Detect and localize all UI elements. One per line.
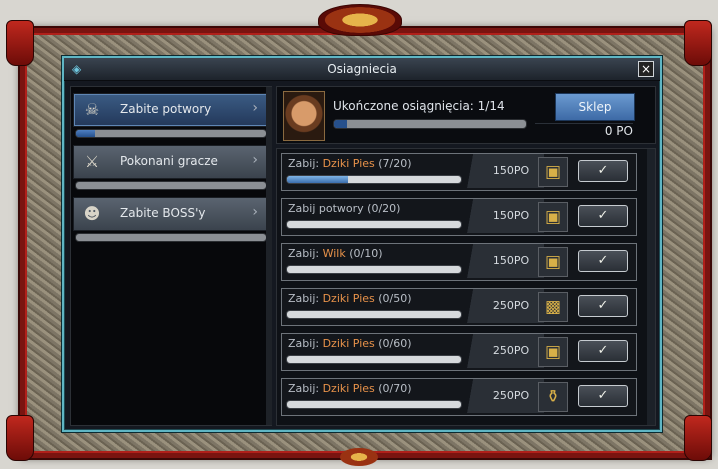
task-count: (0/70) xyxy=(374,382,412,395)
task-progress-bar xyxy=(286,355,462,364)
top-ornament xyxy=(318,4,402,36)
gold-amount: 0 PO xyxy=(535,123,633,140)
gold-chest-icon: ▣ xyxy=(538,157,568,187)
demon-icon: ☻ xyxy=(83,204,101,223)
task-row: Zabij: Dziki Pies (0/70) 250PO ⚱ ✓ xyxy=(281,378,637,416)
task-prefix: Zabij: xyxy=(288,247,323,260)
category-label: Zabite potwory xyxy=(120,102,212,116)
task-row: Zabij: Dziki Pies (7/20) 150PO ▣ ✓ xyxy=(281,153,637,191)
task-count: (7/20) xyxy=(374,157,412,170)
task-row: Zabij: Wilk (0/10) 150PO ▣ ✓ xyxy=(281,243,637,281)
dragon-corner-bottom-left xyxy=(6,415,34,461)
task-reward: 150PO xyxy=(478,154,544,188)
task-prefix: Zabij potwory (0/20) xyxy=(288,202,401,215)
character-portrait xyxy=(283,91,325,141)
task-reward: 250PO xyxy=(478,334,544,368)
claim-button[interactable]: ✓ xyxy=(578,160,628,182)
task-divider xyxy=(464,244,478,278)
task-count: (0/60) xyxy=(374,337,412,350)
task-target: Wilk xyxy=(322,247,346,260)
task-description: Zabij: Dziki Pies (7/20) xyxy=(288,157,412,170)
task-description: Zabij: Dziki Pies (0/50) xyxy=(288,292,412,305)
task-count: (0/50) xyxy=(374,292,412,305)
close-button[interactable]: × xyxy=(638,61,654,77)
task-divider xyxy=(464,154,478,188)
task-divider xyxy=(464,379,478,413)
crossed-swords-icon: ⚔ xyxy=(84,152,100,171)
category-panel: ☠ Zabite potwory › ⚔ Pokonani gracze › ☻ Zabite… xyxy=(70,86,272,426)
task-prefix: Zabij: xyxy=(288,382,323,395)
wooden-chest-icon: ▣ xyxy=(538,202,568,232)
task-reward: 250PO xyxy=(478,379,544,413)
achievements-count: Ukończone osiągnięcia: 1/14 xyxy=(333,99,505,113)
achievements-progress-bar xyxy=(333,119,527,129)
task-list-scrollbar[interactable] xyxy=(647,149,655,425)
potion-icon: ⚱ xyxy=(538,382,568,412)
wooden-chest-icon: ▣ xyxy=(538,337,568,367)
gold-chest-icon: ▣ xyxy=(538,247,568,277)
category-item[interactable]: ☠ Zabite potwory › xyxy=(73,93,271,127)
dragon-corner-top-right xyxy=(684,20,712,66)
chevron-right-icon: › xyxy=(252,204,258,220)
task-row: Zabij: Dziki Pies (0/60) 250PO ▣ ✓ xyxy=(281,333,637,371)
category-label: Zabite BOSS'y xyxy=(120,206,206,220)
window-title: Osiagniecia xyxy=(327,62,397,76)
task-divider xyxy=(464,334,478,368)
dragon-corner-top-left xyxy=(6,20,34,66)
task-description: Zabij: Dziki Pies (0/70) xyxy=(288,382,412,395)
ornate-chest-icon: ▩ xyxy=(538,292,568,322)
chevron-right-icon: › xyxy=(252,152,258,168)
task-progress-bar xyxy=(286,220,462,229)
task-progress-bar xyxy=(286,175,462,184)
task-prefix: Zabij: xyxy=(288,337,323,350)
task-reward: 150PO xyxy=(478,199,544,233)
claim-button[interactable]: ✓ xyxy=(578,205,628,227)
skull-icon: ☠ xyxy=(84,100,100,119)
task-target: Dziki Pies xyxy=(322,382,375,395)
category-scrollbar[interactable] xyxy=(266,87,272,425)
claim-button[interactable]: ✓ xyxy=(578,340,628,362)
title-bar[interactable]: ◈ Osiagniecia × xyxy=(64,58,660,81)
task-divider xyxy=(464,199,478,233)
category-item[interactable]: ☻ Zabite BOSS'y › xyxy=(73,197,271,231)
achievements-header: Ukończone osiągnięcia: 1/14 Sklep 0 PO xyxy=(276,86,656,144)
task-progress-bar xyxy=(286,265,462,274)
category-progress-bar xyxy=(75,181,267,190)
task-list: Zabij: Dziki Pies (7/20) 150PO ▣ ✓ Zabij pot… xyxy=(276,148,656,426)
chevron-right-icon: › xyxy=(252,100,258,116)
task-target: Dziki Pies xyxy=(322,157,375,170)
task-prefix: Zabij: xyxy=(288,157,323,170)
task-target: Dziki Pies xyxy=(322,337,375,350)
task-row: Zabij: Dziki Pies (0/50) 250PO ▩ ✓ xyxy=(281,288,637,326)
claim-button[interactable]: ✓ xyxy=(578,250,628,272)
dragon-corner-bottom-right xyxy=(684,415,712,461)
task-count: (0/10) xyxy=(345,247,383,260)
task-description: Zabij: Dziki Pies (0/60) xyxy=(288,337,412,350)
task-reward: 250PO xyxy=(478,289,544,323)
task-row: Zabij potwory (0/20) 150PO ▣ ✓ xyxy=(281,198,637,236)
bottom-ornament xyxy=(340,448,378,466)
task-prefix: Zabij: xyxy=(288,292,323,305)
category-progress-bar xyxy=(75,129,267,138)
category-progress-bar xyxy=(75,233,267,242)
claim-button[interactable]: ✓ xyxy=(578,385,628,407)
task-divider xyxy=(464,289,478,323)
task-target: Dziki Pies xyxy=(322,292,375,305)
task-reward: 150PO xyxy=(478,244,544,278)
task-description: Zabij: Wilk (0/10) xyxy=(288,247,382,260)
claim-button[interactable]: ✓ xyxy=(578,295,628,317)
category-label: Pokonani gracze xyxy=(120,154,218,168)
shop-button[interactable]: Sklep xyxy=(555,93,635,121)
category-item[interactable]: ⚔ Pokonani gracze › xyxy=(73,145,271,179)
task-progress-bar xyxy=(286,400,462,409)
task-description: Zabij potwory (0/20) xyxy=(288,202,400,215)
achievements-window: ◈ Osiagniecia × ☠ Zabite potwory › ⚔ Pokonan… xyxy=(62,56,662,432)
task-progress-bar xyxy=(286,310,462,319)
